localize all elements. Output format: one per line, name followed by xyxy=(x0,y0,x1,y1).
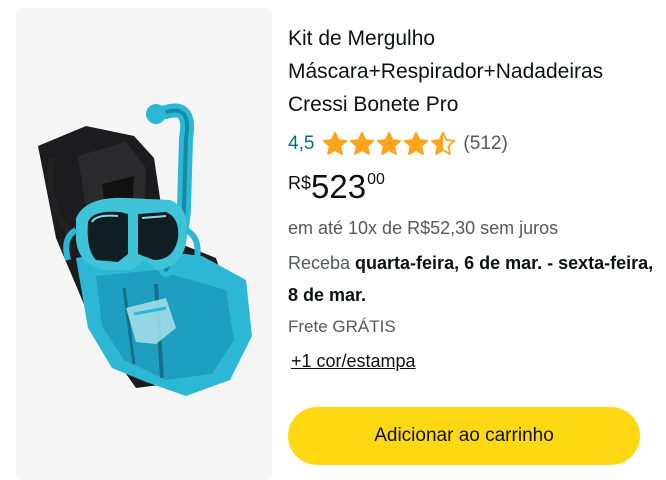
product-title[interactable]: Kit de Mergulho Máscara+Respirador+Nadad… xyxy=(288,22,658,121)
price: R$ 523 00 xyxy=(288,167,658,209)
star-full-icon xyxy=(350,131,375,155)
price-cents: 00 xyxy=(367,171,385,188)
product-card[interactable]: Kit de Mergulho Máscara+Respirador+Nadad… xyxy=(0,0,666,480)
star-half-icon xyxy=(431,131,456,155)
review-count[interactable]: (512) xyxy=(463,133,507,155)
rating-row[interactable]: 4,5 (512) xyxy=(288,129,658,159)
star-full-icon xyxy=(323,131,348,155)
installments-text: em até 10x de R$52,30 sem juros xyxy=(288,218,559,238)
rating-value[interactable]: 4,5 xyxy=(288,133,314,155)
star-full-icon xyxy=(377,131,402,155)
snorkel-kit-image xyxy=(38,103,252,396)
price-currency-symbol: R$ xyxy=(288,173,312,193)
delivery-estimate: Receba quarta-feira, 6 de mar. - sexta-f… xyxy=(288,247,658,311)
product-info: Kit de Mergulho Máscara+Respirador+Nadad… xyxy=(288,22,658,372)
product-title-line-1[interactable]: Kit de Mergulho xyxy=(288,27,435,50)
variants-link[interactable]: +1 cor/estampa xyxy=(291,351,416,372)
delivery-prefix: Receba xyxy=(288,253,356,273)
add-to-cart-button[interactable]: Adicionar ao carrinho xyxy=(288,407,640,465)
price-whole: 523 xyxy=(311,168,367,205)
product-title-line-2[interactable]: Máscara+Respirador+Nadadeiras xyxy=(288,60,603,83)
product-title-line-3[interactable]: Cressi Bonete Pro xyxy=(288,93,458,116)
product-image[interactable] xyxy=(16,8,272,480)
free-shipping-text: Frete GRÁTIS xyxy=(288,317,396,336)
star-rating[interactable] xyxy=(322,131,457,157)
star-full-icon xyxy=(404,131,429,155)
